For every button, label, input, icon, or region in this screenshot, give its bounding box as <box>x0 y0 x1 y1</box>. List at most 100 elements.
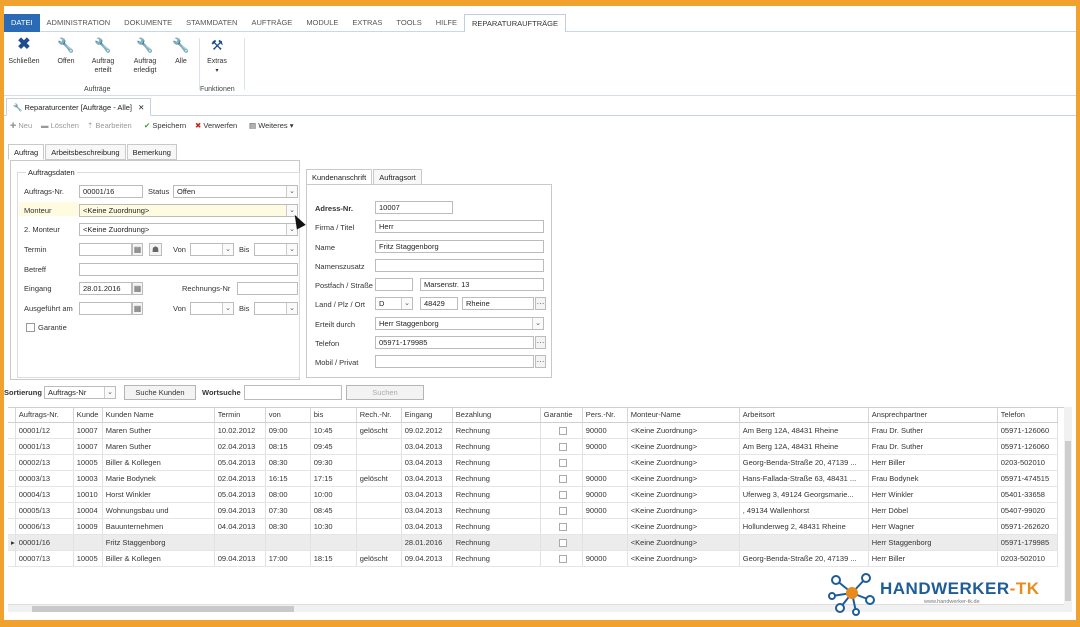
more-icon[interactable]: ⋯ <box>535 355 546 368</box>
table-row[interactable]: 00001/13 10007 Maren Suther 02.04.2013 08:15… <box>8 438 1058 455</box>
neu-button[interactable]: ✚ Neu <box>10 121 32 130</box>
table-row[interactable]: ▸ 00001/16 Fritz Staggenborg 28.01.2016 Rech… <box>8 534 1058 551</box>
table-row[interactable]: 00004/13 10010 Horst Winkler 05.04.2013 08:0… <box>8 486 1058 503</box>
garantie-checkbox[interactable] <box>558 458 567 467</box>
column-header[interactable]: Arbeitsort <box>739 408 869 423</box>
garantie-checkbox[interactable] <box>558 554 567 563</box>
auftrag-erledigt-button[interactable]: 🔧 Auftrag erledigt <box>128 36 162 75</box>
person-icon[interactable]: ☗ <box>149 243 162 256</box>
menu-administration[interactable]: ADMINISTRATION <box>40 14 118 32</box>
menu-stammdaten[interactable]: STAMMDATEN <box>179 14 244 32</box>
garantie-checkbox[interactable] <box>558 474 567 483</box>
auftrag-erteilt-button[interactable]: 🔧 Auftrag erteilt <box>87 36 119 75</box>
monteur2-select[interactable]: <Keine Zuordnung> ⌄ <box>79 223 298 236</box>
garantie-checkbox[interactable] <box>558 442 567 451</box>
column-header[interactable]: von <box>265 408 311 423</box>
column-header[interactable]: Garantie <box>540 408 583 423</box>
garantie-checkbox[interactable] <box>558 426 567 435</box>
scroll-thumb[interactable] <box>32 606 294 612</box>
ort-field[interactable]: Rheine <box>462 297 534 310</box>
bearbeiten-button[interactable]: ⇡ Bearbeiten <box>87 121 132 130</box>
speichern-button[interactable]: ✔ Speichern <box>144 121 186 130</box>
schliessen-button[interactable]: ✖ Schließen <box>7 36 41 66</box>
column-header[interactable]: Telefon <box>997 408 1058 423</box>
table-row[interactable]: 00005/13 10004 Wohnungsbau und 09.04.2013 07… <box>8 502 1058 519</box>
termin-bis-select[interactable]: ⌄ <box>254 243 298 256</box>
column-header[interactable]: Pers.-Nr. <box>582 408 628 423</box>
garantie-checkbox[interactable] <box>558 506 567 515</box>
calendar-icon[interactable]: ▦ <box>132 243 143 256</box>
table-row[interactable]: 00002/13 10005 Biller & Kollegen 05.04.2013… <box>8 454 1058 471</box>
termin-von-select[interactable]: ⌄ <box>190 243 234 256</box>
tab-auftrag[interactable]: Auftrag <box>8 144 45 160</box>
table-row[interactable]: 00006/13 10009 Bauunternehmen 04.04.2013 08:… <box>8 518 1058 535</box>
rechnungs-nr-field[interactable] <box>237 282 298 295</box>
column-header[interactable]: Monteur-Name <box>627 408 740 423</box>
table-row[interactable]: 00007/13 10005 Biller & Kollegen 09.04.2013… <box>8 550 1058 567</box>
loeschen-button[interactable]: ▬ Löschen <box>41 121 79 130</box>
menu-tools[interactable]: TOOLS <box>389 14 428 32</box>
column-header[interactable]: Rech.-Nr. <box>356 408 402 423</box>
column-header[interactable]: Ansprechpartner <box>868 408 998 423</box>
namenszusatz-field[interactable] <box>375 259 544 272</box>
table-row[interactable]: 00003/13 10003 Marie Bodynek 02.04.2013 16:1… <box>8 470 1058 487</box>
adress-nr-field[interactable]: 10007 <box>375 201 453 214</box>
verwerfen-button[interactable]: ✖ Verwerfen <box>195 121 237 130</box>
strasse-field[interactable]: Marsenstr. 13 <box>420 278 544 291</box>
menu-auftraege[interactable]: AUFTRÄGE <box>244 14 299 32</box>
suchen-button[interactable]: Suchen <box>346 385 424 400</box>
postfach-field[interactable] <box>375 278 413 291</box>
ausgefuehrt-von-select[interactable]: ⌄ <box>190 302 234 315</box>
erteilt-select[interactable]: Herr Staggenborg ⌄ <box>375 317 544 330</box>
ausgefuehrt-field[interactable] <box>79 302 132 315</box>
betreff-field[interactable] <box>79 263 298 276</box>
document-tab[interactable]: 🔧 Reparaturcenter [Aufträge - Alle] ✕ <box>6 98 152 116</box>
column-header[interactable]: bis <box>310 408 357 423</box>
eingang-field[interactable]: 28.01.2016 <box>79 282 132 295</box>
menu-dokumente[interactable]: DOKUMENTE <box>117 14 179 32</box>
column-header[interactable]: Kunde <box>73 408 103 423</box>
land-select[interactable]: D ⌄ <box>375 297 413 310</box>
column-header[interactable]: Auftrags-Nr. <box>15 408 74 423</box>
garantie-checkbox[interactable] <box>558 490 567 499</box>
alle-button[interactable]: 🔧 Alle <box>169 36 193 66</box>
more-icon[interactable]: ⋯ <box>535 336 546 349</box>
tab-arbeitsbeschreibung[interactable]: Arbeitsbeschreibung <box>45 144 126 160</box>
column-header[interactable]: Eingang <box>401 408 453 423</box>
calendar-icon[interactable]: ▦ <box>132 282 143 295</box>
wortsuche-input[interactable] <box>244 385 342 400</box>
tab-bemerkung[interactable]: Bemerkung <box>126 144 177 160</box>
weiteres-button[interactable]: ▤ Weiteres ▾ <box>249 121 294 130</box>
menu-hilfe[interactable]: HILFE <box>429 14 464 32</box>
suche-kunden-button[interactable]: Suche Kunden <box>124 385 196 400</box>
column-header[interactable]: Kunden Name <box>102 408 215 423</box>
menu-module[interactable]: MODULE <box>299 14 345 32</box>
tab-kundenanschrift[interactable]: Kundenanschrift <box>306 169 373 185</box>
menu-extras[interactable]: EXTRAS <box>345 14 389 32</box>
garantie-checkbox[interactable] <box>558 538 567 547</box>
firma-field[interactable]: Herr <box>375 220 544 233</box>
termin-field[interactable] <box>79 243 132 256</box>
status-select[interactable]: Offen ⌄ <box>173 185 298 198</box>
name-field[interactable]: Fritz Staggenborg <box>375 240 544 253</box>
auftrags-nr-field[interactable]: 00001/16 <box>79 185 143 198</box>
more-icon[interactable]: ⋯ <box>535 297 546 310</box>
tab-auftragsort[interactable]: Auftragsort <box>373 169 422 185</box>
calendar-icon[interactable]: ▦ <box>132 302 143 315</box>
plz-field[interactable]: 48429 <box>420 297 458 310</box>
mobil-field[interactable] <box>375 355 534 368</box>
ausgefuehrt-bis-select[interactable]: ⌄ <box>254 302 298 315</box>
extras-button[interactable]: ⚒ Extras ▾ <box>202 36 232 76</box>
sortierung-select[interactable]: Auftrags-Nr ⌄ <box>44 386 116 399</box>
close-icon[interactable]: ✕ <box>138 103 144 112</box>
garantie-checkbox[interactable] <box>26 323 35 332</box>
telefon-field[interactable]: 05971-179985 <box>375 336 534 349</box>
column-header[interactable]: Bezahlung <box>452 408 541 423</box>
garantie-checkbox[interactable] <box>558 522 567 531</box>
offen-button[interactable]: 🔧 Offen <box>52 36 80 66</box>
table-row[interactable]: 00001/12 10007 Maren Suther 10.02.2012 09:00… <box>8 422 1058 439</box>
column-header[interactable]: Termin <box>214 408 266 423</box>
menu-datei[interactable]: DATEI <box>4 14 40 32</box>
menu-reparaturauftraege[interactable]: REPARATURAUFTRÄGE <box>463 14 566 32</box>
monteur-select[interactable]: <Keine Zuordnung> ⌄ <box>79 204 298 217</box>
